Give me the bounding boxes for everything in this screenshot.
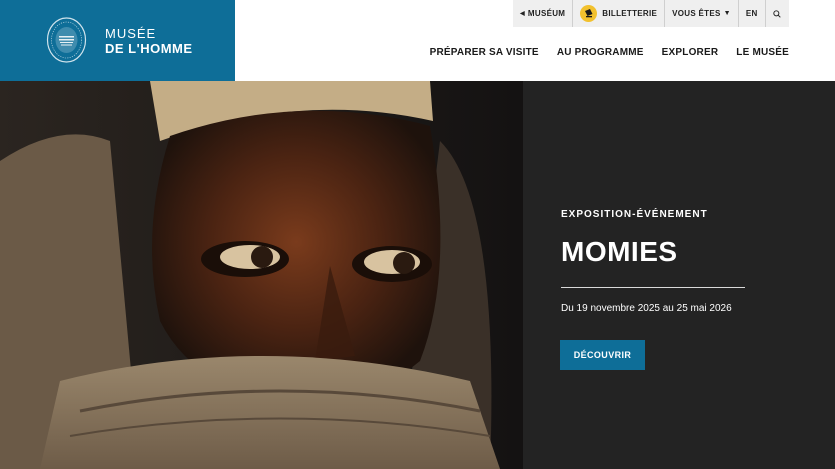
ticketing-label: BILLETTERIE [602,9,658,18]
logo-line-2: DE L'HOMME [105,41,193,56]
audience-dropdown[interactable]: VOUS ÊTES ▼ [665,0,739,27]
main-nav: PRÉPARER SA VISITE AU PROGRAMME EXPLORER… [430,47,789,58]
chevron-down-icon: ▼ [723,10,731,17]
site-header: MUSÉE DE L'HOMME ◀ MUSÉUM BILLETTERIE VO… [0,0,835,81]
hero-section: EXPOSITION-ÉVÉNEMENT MOMIES Du 19 novemb… [0,81,835,469]
title-divider [561,287,745,288]
language-switch[interactable]: EN [739,0,766,27]
hero-mummy-image [0,81,523,469]
exhibition-dates: Du 19 novembre 2025 au 25 mai 2026 [561,303,732,314]
search-button[interactable] [766,0,788,27]
language-label: EN [745,9,758,18]
exhibition-kicker: EXPOSITION-ÉVÉNEMENT [561,209,708,220]
nav-item-explorer[interactable]: EXPLORER [662,47,719,58]
ticketing-link[interactable]: BILLETTERIE [573,0,666,27]
nav-item-au-programme[interactable]: AU PROGRAMME [557,47,644,58]
ticket-icon [580,5,598,22]
nav-item-preparer-visite[interactable]: PRÉPARER SA VISITE [430,47,539,58]
logo-line-1: MUSÉE [105,26,157,41]
search-icon [772,9,781,18]
museum-seal-icon [46,17,87,63]
audience-label: VOUS ÊTES [672,9,721,18]
caret-left-icon: ◀ [520,11,525,17]
museum-link-label: MUSÉUM [527,9,566,18]
museum-link[interactable]: ◀ MUSÉUM [513,0,574,27]
nav-item-le-musee[interactable]: LE MUSÉE [736,47,789,58]
hero-info-panel: EXPOSITION-ÉVÉNEMENT MOMIES Du 19 novemb… [523,81,835,469]
discover-button[interactable]: DÉCOUVRIR [560,340,645,370]
site-logo-link[interactable]: MUSÉE DE L'HOMME [0,0,235,81]
utility-bar: ◀ MUSÉUM BILLETTERIE VOUS ÊTES ▼ EN [513,0,789,27]
logo-wordmark: MUSÉE DE L'HOMME [105,26,193,56]
exhibition-title: MOMIES [561,236,678,267]
